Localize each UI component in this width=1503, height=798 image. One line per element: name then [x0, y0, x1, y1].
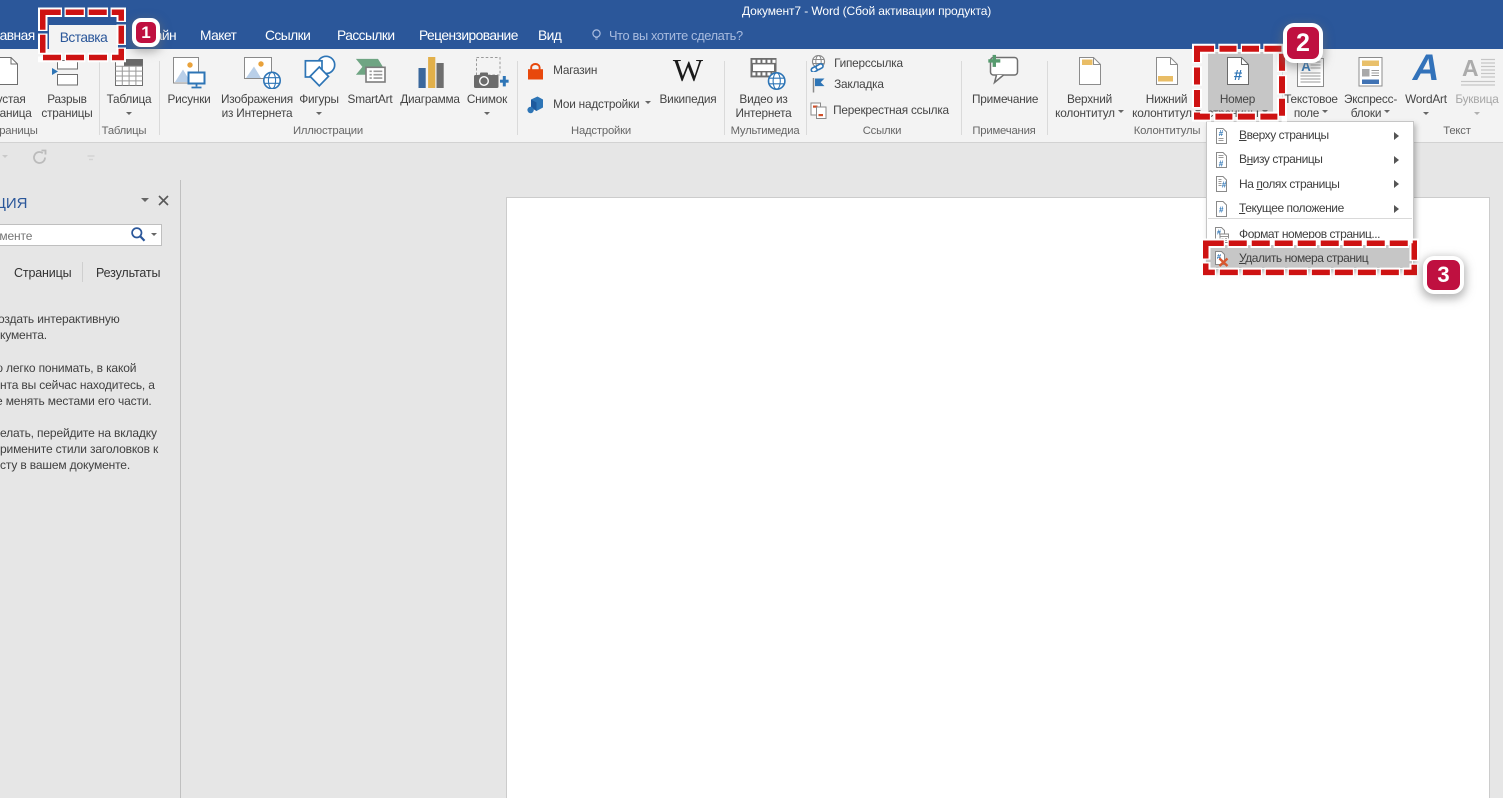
- svg-text:#: #: [1222, 181, 1227, 190]
- svg-text:#: #: [1233, 67, 1242, 84]
- svg-text:#: #: [1219, 129, 1224, 138]
- svg-text:A: A: [1462, 57, 1479, 81]
- svg-text:A: A: [1301, 59, 1311, 74]
- svg-text:#: #: [1219, 205, 1224, 214]
- svg-text:#: #: [1219, 159, 1224, 168]
